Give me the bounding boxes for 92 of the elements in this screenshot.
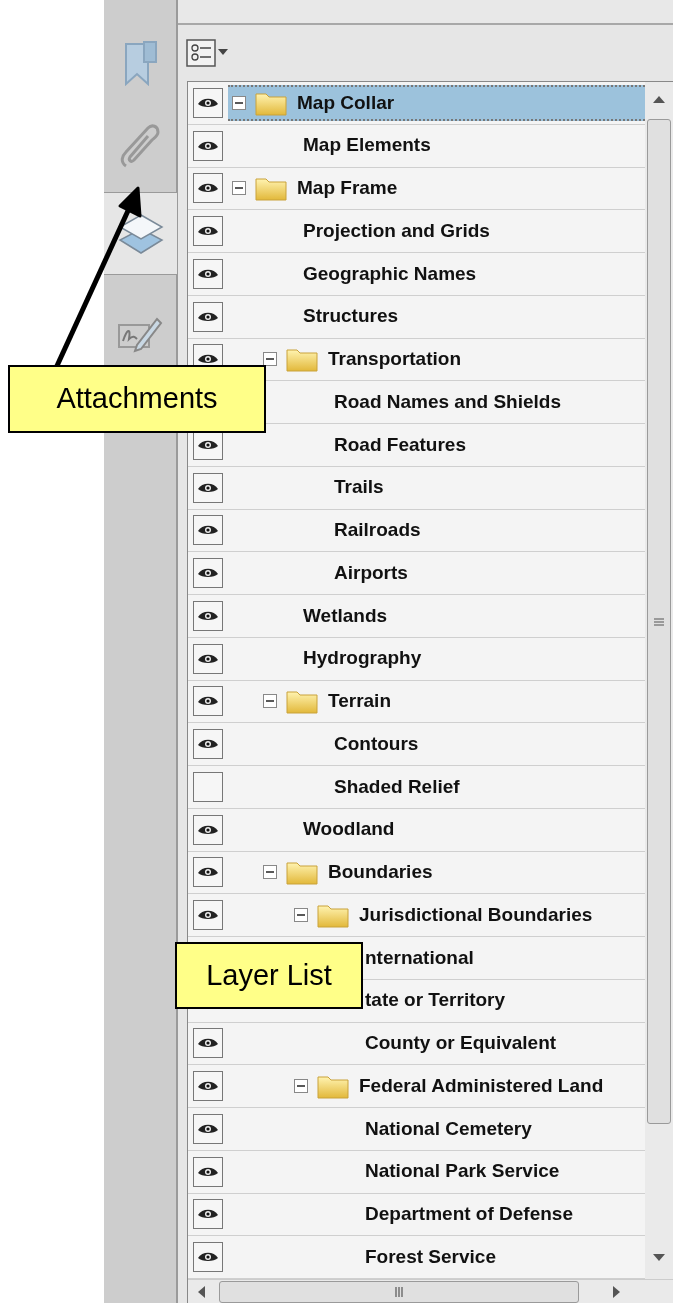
visibility-toggle[interactable] bbox=[193, 1199, 223, 1230]
visibility-toggle[interactable] bbox=[193, 814, 223, 845]
eye-icon bbox=[197, 823, 219, 836]
visibility-toggle[interactable] bbox=[193, 729, 223, 760]
layer-name[interactable]: Transportation bbox=[328, 345, 461, 374]
scroll-down-icon bbox=[653, 1254, 665, 1261]
visibility-toggle[interactable] bbox=[193, 558, 223, 589]
collapse-toggle[interactable] bbox=[294, 1079, 308, 1094]
eye-icon bbox=[197, 1080, 219, 1093]
eye-icon bbox=[197, 1122, 219, 1135]
eye-icon bbox=[197, 438, 219, 451]
layer-name[interactable]: Map Elements bbox=[303, 131, 431, 160]
eye-icon bbox=[197, 182, 219, 195]
eye-icon bbox=[197, 310, 219, 323]
eye-icon bbox=[197, 567, 219, 580]
eye-icon bbox=[197, 1251, 219, 1264]
layer-name[interactable]: Woodland bbox=[303, 815, 395, 844]
folder-icon bbox=[286, 688, 318, 715]
layer-name[interactable]: Structures bbox=[303, 302, 399, 331]
eye-icon bbox=[197, 524, 219, 537]
visibility-toggle[interactable] bbox=[193, 857, 223, 888]
visibility-toggle[interactable] bbox=[193, 258, 223, 289]
folder-icon bbox=[286, 346, 318, 373]
folder-icon bbox=[317, 1073, 349, 1100]
layer-name[interactable]: Trails bbox=[334, 473, 384, 502]
eye-icon bbox=[197, 1037, 219, 1050]
eye-icon bbox=[197, 909, 219, 922]
vertical-scrollbar[interactable] bbox=[645, 82, 673, 1279]
scroll-up-icon bbox=[653, 96, 665, 103]
visibility-toggle[interactable] bbox=[193, 600, 223, 631]
visibility-toggle[interactable] bbox=[193, 900, 223, 931]
visibility-toggle[interactable] bbox=[193, 1156, 223, 1187]
collapse-toggle[interactable] bbox=[263, 352, 277, 367]
layer-name[interactable]: Airports bbox=[334, 558, 408, 588]
selected-layer-highlight[interactable]: Map Collar bbox=[228, 84, 645, 121]
scroll-left-icon bbox=[198, 1285, 205, 1298]
scrollbar-thumb[interactable] bbox=[647, 119, 671, 1124]
folder-icon bbox=[317, 902, 349, 929]
visibility-toggle[interactable] bbox=[193, 216, 223, 247]
layer-name[interactable]: Map Frame bbox=[297, 174, 398, 203]
collapse-toggle[interactable] bbox=[263, 865, 277, 880]
grip-icon bbox=[395, 1286, 403, 1297]
layer-name[interactable]: Terrain bbox=[328, 687, 391, 716]
visibility-toggle[interactable] bbox=[193, 643, 223, 674]
eye-icon bbox=[197, 866, 219, 879]
visibility-toggle[interactable] bbox=[193, 130, 223, 161]
layer-name[interactable]: Railroads bbox=[334, 516, 421, 545]
folder-icon bbox=[286, 859, 318, 886]
layer-name[interactable]: Contours bbox=[334, 729, 419, 759]
horizontal-scrollbar[interactable] bbox=[188, 1279, 673, 1303]
eye-icon bbox=[197, 96, 219, 109]
eye-icon bbox=[197, 353, 219, 366]
eye-icon bbox=[197, 139, 219, 152]
layer-name[interactable]: Boundaries bbox=[328, 858, 433, 887]
visibility-toggle[interactable] bbox=[193, 515, 223, 546]
collapse-toggle[interactable] bbox=[232, 181, 246, 196]
eye-icon bbox=[197, 652, 219, 665]
eye-icon bbox=[197, 1165, 219, 1178]
collapse-toggle[interactable] bbox=[232, 95, 246, 110]
eye-icon bbox=[197, 267, 219, 280]
callout-tooltip: Layer List bbox=[175, 942, 363, 1009]
visibility-toggle[interactable] bbox=[193, 87, 223, 118]
eye-icon bbox=[197, 738, 219, 751]
visibility-toggle[interactable] bbox=[193, 686, 223, 717]
grip-icon bbox=[654, 617, 664, 626]
layer-name[interactable]: Map Collar bbox=[297, 88, 395, 118]
eye-icon bbox=[197, 695, 219, 708]
collapse-toggle[interactable] bbox=[263, 694, 277, 709]
visibility-toggle[interactable] bbox=[193, 1242, 223, 1273]
visibility-toggle[interactable] bbox=[193, 1113, 223, 1144]
visibility-toggle[interactable] bbox=[193, 301, 223, 332]
pen-signature-icon[interactable] bbox=[117, 315, 163, 355]
eye-icon bbox=[197, 225, 219, 238]
eye-icon bbox=[197, 1208, 219, 1221]
layer-name[interactable]: Forest Service bbox=[365, 1242, 496, 1272]
visibility-toggle[interactable] bbox=[193, 1028, 223, 1059]
eye-icon bbox=[197, 481, 219, 494]
layer-name[interactable]: Shaded Relief bbox=[334, 772, 460, 802]
callout-tooltip: Attachments bbox=[8, 365, 266, 433]
paperclip-icon[interactable] bbox=[118, 122, 162, 170]
eye-icon bbox=[197, 609, 219, 622]
folder-icon bbox=[255, 175, 287, 202]
layer-name[interactable]: Hydrography bbox=[303, 644, 422, 673]
visibility-checkbox[interactable] bbox=[193, 771, 223, 802]
scrollbar-thumb[interactable] bbox=[219, 1280, 579, 1303]
visibility-toggle[interactable] bbox=[193, 1071, 223, 1102]
visibility-toggle[interactable] bbox=[193, 173, 223, 204]
layer-name[interactable]: Wetlands bbox=[303, 601, 388, 631]
scroll-right-icon bbox=[613, 1285, 620, 1298]
collapse-toggle[interactable] bbox=[294, 908, 308, 923]
layer-name[interactable]: nternational bbox=[365, 943, 474, 973]
visibility-toggle[interactable] bbox=[193, 472, 223, 503]
